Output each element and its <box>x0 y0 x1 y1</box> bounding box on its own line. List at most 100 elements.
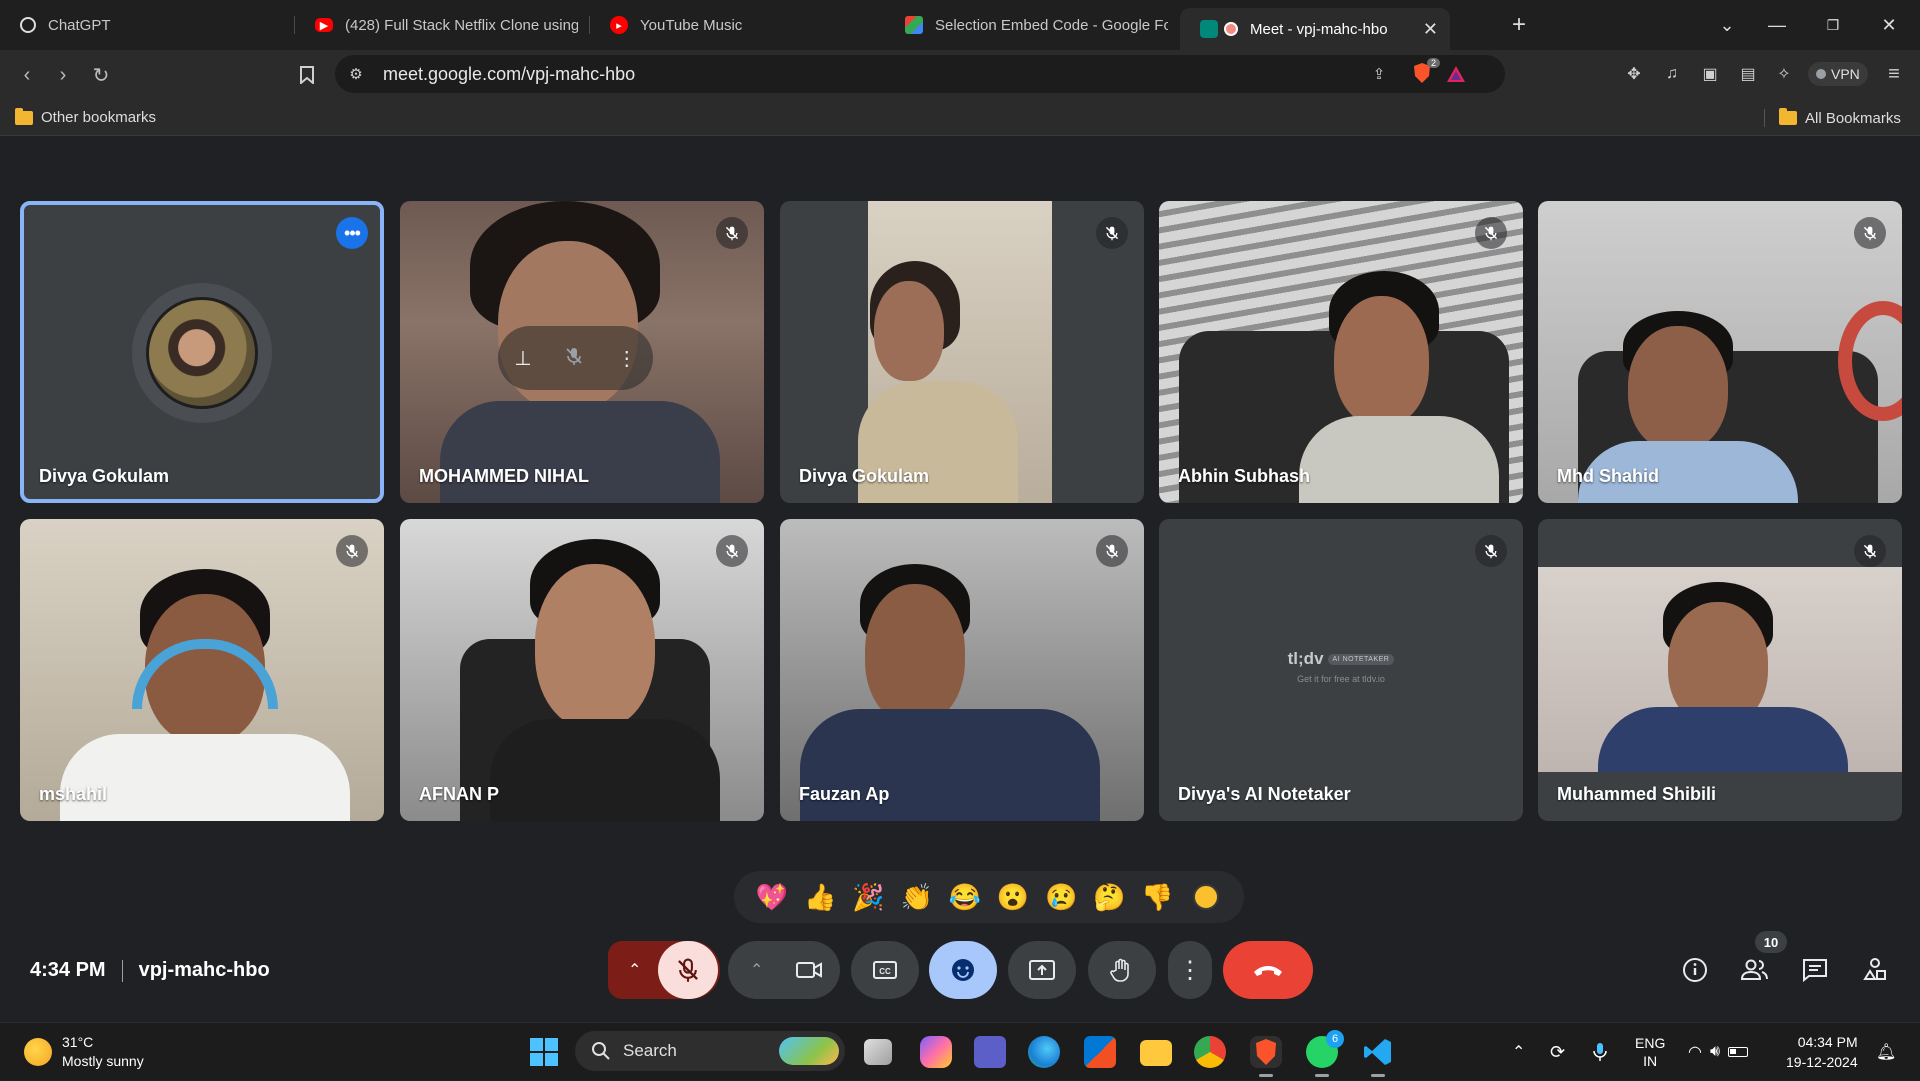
forward-button[interactable]: › <box>50 62 76 88</box>
notetaker-subtitle: Get it for free at tldv.io <box>1297 674 1385 684</box>
leo-ai-icon[interactable]: ✧ <box>1772 62 1796 86</box>
reaction-sad[interactable]: 😢 <box>1044 880 1078 914</box>
new-tab-button[interactable]: + <box>1504 0 1534 50</box>
weather-widget[interactable]: 31°C Mostly sunny <box>24 1033 144 1071</box>
back-button[interactable]: ‹ <box>14 62 40 88</box>
wallet-icon[interactable]: ▤ <box>1736 62 1760 86</box>
camera-toggle-button[interactable] <box>780 941 838 999</box>
language-indicator[interactable]: ENG IN <box>1635 1023 1665 1081</box>
tab-youtube-music[interactable]: ▸ YouTube Music <box>590 0 885 50</box>
chevron-up-icon: ⌃ <box>750 962 764 979</box>
show-hidden-icons[interactable]: ⌃ <box>1512 1023 1525 1081</box>
volume-icon: 🔊︎ <box>1709 1043 1721 1060</box>
present-screen-button[interactable] <box>1008 941 1076 999</box>
brave-icon[interactable] <box>1250 1036 1282 1077</box>
vscode-icon[interactable] <box>1362 1036 1394 1077</box>
system-clock[interactable]: 04:34 PM 19-12-2024 <box>1786 1032 1858 1072</box>
bookmark-icon[interactable] <box>294 62 320 88</box>
reactions-button[interactable] <box>929 941 997 999</box>
participant-tile[interactable]: ••• Divya Gokulam <box>20 201 384 503</box>
reaction-clap[interactable]: 👏 <box>900 880 934 914</box>
teams-icon[interactable] <box>974 1036 1006 1068</box>
participant-name: Divya Gokulam <box>39 466 170 486</box>
video-feed <box>1538 201 1902 503</box>
reaction-thinking[interactable]: 🤔 <box>1092 880 1126 914</box>
mic-off-icon <box>1475 217 1507 249</box>
tab-meet[interactable]: Meet - vpj-mahc-hbo ✕ <box>1180 8 1450 50</box>
captions-button[interactable]: CC <box>851 941 919 999</box>
task-view-icon[interactable] <box>864 1039 892 1065</box>
media-icon[interactable]: ♫ <box>1660 62 1684 86</box>
reaction-heart[interactable]: 💖 <box>755 880 789 914</box>
participant-tile[interactable]: AFNAN P <box>400 519 764 821</box>
search-highlight-icon <box>779 1037 839 1065</box>
menu-icon[interactable]: ≡ <box>1882 62 1906 86</box>
participant-name: MOHAMMED NIHAL <box>419 466 589 486</box>
extensions-icon[interactable]: ✥ <box>1622 62 1646 86</box>
tab-close-icon[interactable]: ✕ <box>1413 19 1438 40</box>
close-window-button[interactable]: ✕ <box>1872 0 1906 50</box>
microphone-toggle-button[interactable] <box>658 941 718 999</box>
tab-search-chevron-icon[interactable]: ⌄ <box>1710 0 1744 50</box>
raise-hand-button[interactable] <box>1088 941 1156 999</box>
participant-tile[interactable]: ⊥ ⋮ MOHAMMED NIHAL <box>400 201 764 503</box>
sidebar-icon[interactable]: ▣ <box>1698 62 1722 86</box>
reaction-surprised[interactable]: 😮 <box>996 880 1030 914</box>
taskbar-search[interactable]: Search <box>575 1031 845 1071</box>
whatsapp-icon[interactable]: 6 <box>1306 1030 1344 1077</box>
pin-icon[interactable]: ⊥ <box>514 346 531 371</box>
meeting-code[interactable]: vpj-mahc-hbo <box>139 959 270 982</box>
other-bookmarks[interactable]: Other bookmarks <box>15 107 156 126</box>
reaction-laugh[interactable]: 😂 <box>948 880 982 914</box>
address-bar[interactable]: ⚙ meet.google.com/vpj-mahc-hbo ⇪ 2 <box>335 55 1505 93</box>
url-text[interactable]: meet.google.com/vpj-mahc-hbo <box>383 64 635 85</box>
activities-button[interactable] <box>1854 949 1896 991</box>
participant-tile[interactable]: mshahil <box>20 519 384 821</box>
store-icon[interactable] <box>1084 1036 1116 1068</box>
restore-button[interactable]: ❐ <box>1816 0 1850 50</box>
reload-button[interactable]: ↻ <box>88 62 114 88</box>
vpn-label: VPN <box>1831 66 1860 82</box>
participant-tile[interactable]: Muhammed Shibili <box>1538 519 1902 821</box>
people-button[interactable] <box>1734 949 1776 991</box>
search-icon <box>592 1042 610 1060</box>
minimize-button[interactable]: — <box>1760 0 1794 50</box>
participant-tile[interactable]: Abhin Subhash <box>1159 201 1523 503</box>
vpn-button[interactable]: VPN <box>1808 62 1868 86</box>
more-options-button[interactable]: ⋮ <box>1168 941 1212 999</box>
tile-hover-controls: ⊥ ⋮ <box>498 326 653 390</box>
leave-call-button[interactable] <box>1223 941 1313 999</box>
site-info-icon[interactable]: ⚙ <box>345 63 367 85</box>
chrome-icon[interactable] <box>1194 1036 1226 1068</box>
sync-icon[interactable]: ⟳ <box>1550 1023 1565 1081</box>
more-options-icon[interactable]: ••• <box>336 217 368 249</box>
meeting-info-button[interactable] <box>1674 949 1716 991</box>
reaction-party[interactable]: 🎉 <box>851 880 885 914</box>
mic-off-icon <box>1854 535 1886 567</box>
start-icon[interactable] <box>528 1036 560 1068</box>
more-vert-icon[interactable]: ⋮ <box>617 346 637 371</box>
participant-tile[interactable]: tl;dv AI NOTETAKER Get it for free at tld… <box>1159 519 1523 821</box>
network-volume-battery[interactable]: ◠ 🔊︎ <box>1688 1023 1749 1081</box>
edge-icon[interactable] <box>1028 1036 1060 1068</box>
microphone-icon[interactable] <box>1592 1023 1608 1081</box>
share-icon[interactable]: ⇪ <box>1368 63 1390 85</box>
reaction-thumbs-up[interactable]: 👍 <box>803 880 837 914</box>
brave-rewards-icon[interactable] <box>1445 63 1467 85</box>
participant-tile[interactable]: Fauzan Ap <box>780 519 1144 821</box>
participant-tile[interactable]: Divya Gokulam <box>780 201 1144 503</box>
tab-youtube[interactable]: ▶ (428) Full Stack Netflix Clone using R <box>295 0 590 50</box>
tab-chatgpt[interactable]: ChatGPT <box>0 0 295 50</box>
all-bookmarks[interactable]: All Bookmarks <box>1764 108 1901 127</box>
reaction-thumbs-down[interactable]: 👎 <box>1141 880 1175 914</box>
tab-google-form[interactable]: Selection Embed Code - Google For <box>885 0 1180 50</box>
chat-button[interactable] <box>1794 949 1836 991</box>
file-explorer-icon[interactable] <box>1140 1040 1172 1066</box>
mute-participant-icon[interactable] <box>564 346 584 371</box>
people-icon <box>1740 959 1768 980</box>
skin-tone-icon[interactable] <box>1189 880 1223 914</box>
video-feed <box>858 201 1052 503</box>
participant-tile[interactable]: Mhd Shahid <box>1538 201 1902 503</box>
notification-bell-icon[interactable]: 🔔︎ <box>1876 1023 1896 1081</box>
copilot-icon[interactable] <box>920 1036 952 1068</box>
